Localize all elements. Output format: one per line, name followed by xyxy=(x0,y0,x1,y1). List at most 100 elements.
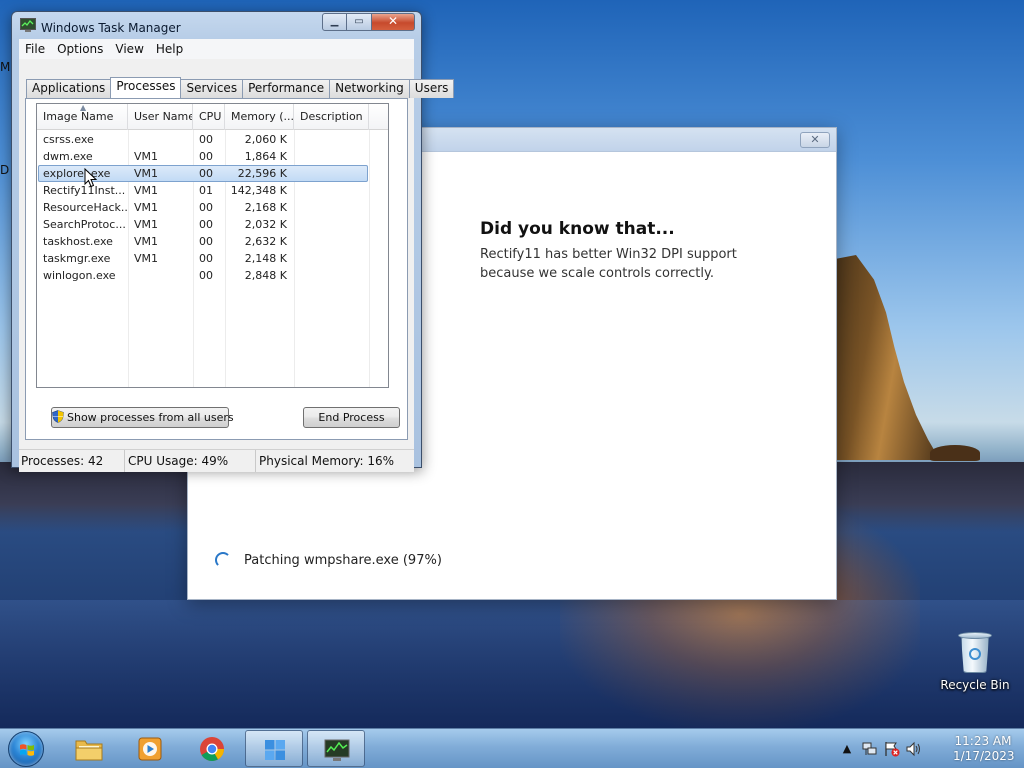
network-icon[interactable] xyxy=(861,740,879,758)
taskbar-media-player[interactable] xyxy=(121,730,179,767)
process-description xyxy=(294,233,369,250)
taskbar-chrome[interactable] xyxy=(183,730,241,767)
clock-date: 1/17/2023 xyxy=(953,749,1015,763)
process-description xyxy=(294,182,369,199)
patch-status-text: Patching wmpshare.exe (97%) xyxy=(244,553,442,568)
column-header-memory[interactable]: Memory (... xyxy=(225,104,294,130)
process-cpu: 00 xyxy=(199,252,213,265)
process-image-name: Rectify11Inst... xyxy=(43,184,126,197)
tab-networking[interactable]: Networking xyxy=(329,79,410,98)
action-center-flag-icon[interactable] xyxy=(883,740,901,758)
maximize-button[interactable]: ▭ xyxy=(347,13,372,31)
wallpaper-water xyxy=(0,600,1024,728)
windows-logo-icon xyxy=(20,744,34,756)
process-cpu: 00 xyxy=(199,269,213,282)
process-memory: 2,032 K xyxy=(244,218,287,231)
tab-performance[interactable]: Performance xyxy=(242,79,331,98)
status-bar: Processes: 42 CPU Usage: 49% Physical Me… xyxy=(19,449,414,472)
process-cpu: 00 xyxy=(199,235,213,248)
sort-ascending-icon: ▲ xyxy=(80,104,87,112)
wallpaper-rock xyxy=(930,445,980,461)
column-header-image-name[interactable]: ▲ Image Name xyxy=(37,104,128,130)
process-memory: 2,168 K xyxy=(244,201,287,214)
process-image-name: csrss.exe xyxy=(43,133,94,146)
tab-processes[interactable]: Processes xyxy=(110,77,182,98)
process-user-name: VM1 xyxy=(134,235,159,248)
system-tray: ▲ 11:23 AM 1/17/2023 xyxy=(838,729,1024,769)
process-row[interactable]: dwm.exe VM1 00 1,864 K xyxy=(37,148,388,165)
menu-view[interactable]: View xyxy=(109,42,149,56)
process-user-name xyxy=(128,267,193,284)
process-description xyxy=(294,131,369,148)
minimize-button[interactable]: ▁ xyxy=(322,13,347,31)
process-cpu: 00 xyxy=(199,150,213,163)
menu-bar: File Options View Help xyxy=(19,39,414,59)
process-user-name: VM1 xyxy=(134,150,159,163)
window-title: Windows Task Manager xyxy=(41,21,181,35)
task-manager-client: Applications Processes Services Performa… xyxy=(19,59,455,462)
process-row[interactable]: taskhost.exe VM1 00 2,632 K xyxy=(37,233,388,250)
menu-help[interactable]: Help xyxy=(150,42,189,56)
close-button[interactable]: ✕ xyxy=(372,13,415,31)
desktop-icon-label-partial[interactable]: M xyxy=(0,60,10,74)
media-player-icon xyxy=(138,737,162,761)
rectify11-icon xyxy=(265,740,285,760)
process-list[interactable]: ▲ Image Name User Name CPU Memory (... D… xyxy=(36,103,389,388)
column-header-cpu[interactable]: CPU xyxy=(193,104,225,130)
clock-time: 11:23 AM xyxy=(954,734,1012,748)
task-manager-window: Windows Task Manager ▁ ▭ ✕ File Options … xyxy=(11,11,455,472)
taskbar-task-manager[interactable] xyxy=(307,730,365,767)
progress-spinner-icon xyxy=(215,552,231,568)
status-process-count: Processes: 42 xyxy=(19,450,125,472)
did-you-know-title: Did you know that... xyxy=(480,219,675,239)
taskbar-rectify11-installer[interactable] xyxy=(245,730,303,767)
process-description xyxy=(294,165,369,182)
recycle-bin-desktop-icon[interactable]: Recycle Bin xyxy=(938,628,1012,692)
folder-icon xyxy=(75,740,103,761)
column-header-user-name[interactable]: User Name xyxy=(128,104,193,130)
process-memory: 22,596 K xyxy=(237,167,287,180)
taskbar: ▲ 11:23 AM 1/17/2023 xyxy=(0,728,1024,768)
process-cpu: 01 xyxy=(199,184,213,197)
process-description xyxy=(294,216,369,233)
show-all-processes-button[interactable]: Show processes from all users xyxy=(51,407,234,428)
process-image-name: dwm.exe xyxy=(43,150,93,163)
process-image-name: winlogon.exe xyxy=(43,269,116,282)
end-process-button[interactable]: End Process xyxy=(303,407,400,428)
uac-shield-icon xyxy=(52,410,64,423)
tab-applications[interactable]: Applications xyxy=(26,79,112,98)
mouse-cursor-icon xyxy=(84,168,98,188)
process-user-name: VM1 xyxy=(134,184,159,197)
menu-options[interactable]: Options xyxy=(51,42,109,56)
installer-close-button[interactable]: ✕ xyxy=(800,132,830,148)
process-row[interactable]: winlogon.exe 00 2,848 K xyxy=(37,267,388,284)
process-memory: 2,060 K xyxy=(244,133,287,146)
chrome-icon xyxy=(200,737,224,762)
tab-users[interactable]: Users xyxy=(408,79,455,98)
process-memory: 1,864 K xyxy=(244,150,287,163)
desktop-icon-label-partial[interactable]: D xyxy=(0,163,9,177)
process-description xyxy=(294,250,369,267)
start-button[interactable] xyxy=(8,731,44,767)
process-description xyxy=(294,267,369,284)
clock[interactable]: 11:23 AM 1/17/2023 xyxy=(953,734,1015,764)
process-row[interactable]: taskmgr.exe VM1 00 2,148 K xyxy=(37,250,388,267)
process-row[interactable]: csrss.exe 00 2,060 K xyxy=(37,131,388,148)
process-user-name: VM1 xyxy=(134,167,159,180)
process-row[interactable]: SearchProtoc... VM1 00 2,032 K xyxy=(37,216,388,233)
process-memory: 2,148 K xyxy=(244,252,287,265)
volume-icon[interactable] xyxy=(905,740,923,758)
menu-file[interactable]: File xyxy=(19,42,51,56)
show-hidden-icons-button[interactable]: ▲ xyxy=(838,740,856,758)
column-header-description[interactable]: Description xyxy=(294,104,369,130)
process-image-name: SearchProtoc... xyxy=(43,218,126,231)
process-memory: 2,632 K xyxy=(244,235,287,248)
taskbar-file-explorer[interactable] xyxy=(60,730,118,767)
tab-strip: Applications Processes Services Performa… xyxy=(26,77,455,98)
process-image-name: explorer.exe xyxy=(43,167,111,180)
process-cpu: 00 xyxy=(199,201,213,214)
task-manager-titlebar[interactable]: Windows Task Manager ▁ ▭ ✕ xyxy=(12,12,421,38)
process-row[interactable]: ResourceHack... VM1 00 2,168 K xyxy=(37,199,388,216)
process-description xyxy=(294,148,369,165)
tab-services[interactable]: Services xyxy=(180,79,244,98)
